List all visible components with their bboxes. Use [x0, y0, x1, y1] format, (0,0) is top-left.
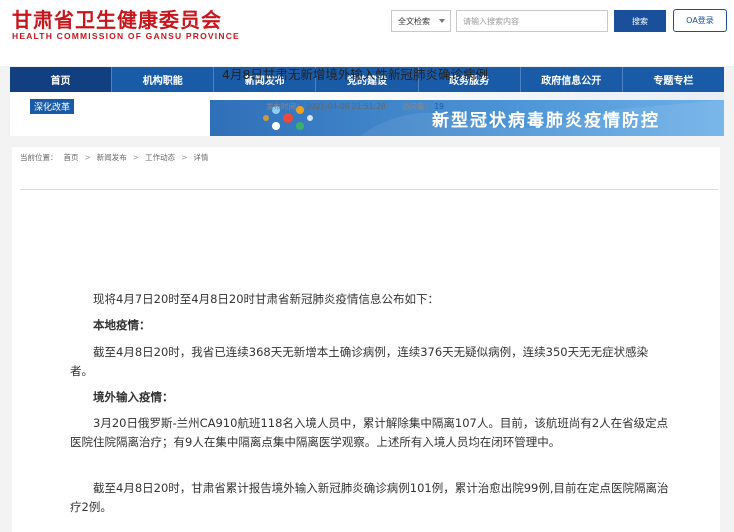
article-meta: 发布时间： 2021-04-08 21:51:28 访问量： 19 — [0, 101, 722, 112]
breadcrumb-separator: > — [84, 153, 91, 162]
breadcrumb-separator: > — [181, 153, 188, 162]
local-text: 截至4月8日20时，我省已连续368天无新增本土确诊病例，连续376天无疑似病例… — [70, 345, 649, 378]
views-count: 19 — [434, 102, 444, 111]
search-button[interactable]: 搜索 — [614, 10, 666, 32]
article-paragraph-local: 截至4月8日20时，我省已连续368天无新增本土确诊病例，连续376天无疑似病例… — [70, 343, 670, 381]
publish-time: 2021-04-08 21:51:28 — [305, 102, 386, 111]
cumulative-text: 截至4月8日20时，甘肃省累计报告境外输入新冠肺炎确诊病例101例，累计治愈出院… — [70, 481, 669, 514]
imported-heading-text: 境外输入疫情： — [93, 390, 174, 404]
section-heading-local: 本地疫情： — [70, 316, 670, 335]
intro-text: 现将4月7日20时至4月8日20时甘肃省新冠肺炎疫情信息公布如下： — [93, 292, 440, 306]
article-title: 4月8日甘肃无新增境外输入性新冠肺炎确诊病例 — [222, 67, 488, 82]
search-input[interactable] — [456, 10, 608, 32]
site-logo-chinese[interactable]: 甘肃省卫生健康委员会 — [12, 4, 222, 33]
article-paragraph-flight: 3月20日俄罗斯-兰州CA910航班118名入境人员中，累计解除集中隔离107人… — [70, 414, 670, 452]
search-scope-select[interactable]: 全文检索 — [391, 10, 451, 32]
breadcrumb-news[interactable]: 新闻发布 — [97, 152, 127, 163]
breadcrumb-separator: > — [132, 153, 140, 162]
site-header: 甘肃省卫生健康委员会 HEALTH COMMISSION OF GANSU PR… — [0, 0, 734, 66]
breadcrumb-divider — [20, 189, 718, 190]
local-heading-text: 本地疫情： — [93, 318, 151, 332]
section-heading-imported: 境外输入疫情： — [70, 388, 670, 407]
breadcrumb-label: 当前位置： — [20, 153, 58, 162]
search-scope-label: 全文检索 — [398, 16, 430, 26]
publish-time-label: 发布时间： — [266, 102, 304, 111]
views-label: 访问量： — [402, 102, 432, 111]
site-logo-english: HEALTH COMMISSION OF GANSU PROVINCE — [12, 31, 240, 41]
chevron-down-icon — [439, 19, 445, 23]
breadcrumb-work-updates[interactable]: 工作动态 — [145, 152, 175, 163]
flight-text: 3月20日俄罗斯-兰州CA910航班118名入境人员中，累计解除集中隔离107人… — [70, 416, 669, 449]
breadcrumb-detail: 详情 — [193, 153, 209, 162]
article-paragraph-cumulative: 截至4月8日20时，甘肃省累计报告境外输入新冠肺炎确诊病例101例，累计治愈出院… — [70, 479, 670, 517]
article-paragraph-intro: 现将4月7日20时至4月8日20时甘肃省新冠肺炎疫情信息公布如下： — [70, 290, 670, 309]
oa-login-button[interactable]: OA登录 — [673, 9, 727, 32]
breadcrumb: 当前位置： 首页 > 新闻发布 > 工作动态 > 详情 — [20, 152, 208, 163]
breadcrumb-home[interactable]: 首页 — [64, 152, 79, 163]
article-panel: 当前位置： 首页 > 新闻发布 > 工作动态 > 详情 — [12, 147, 720, 532]
